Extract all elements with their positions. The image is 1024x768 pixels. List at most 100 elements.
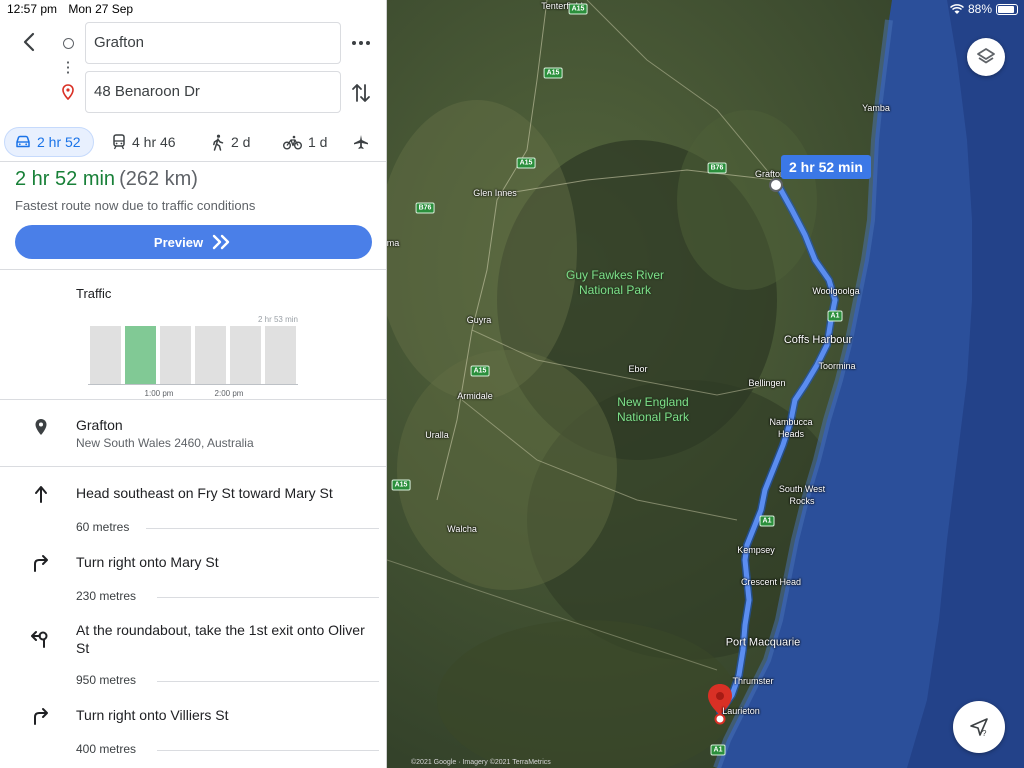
- map-view[interactable]: Tenterfield Yamba Grafton Glen Innes Guy…: [387, 0, 1024, 768]
- map-label-port-macquarie: Port Macquarie: [725, 636, 801, 649]
- destination-pin-icon[interactable]: [707, 683, 733, 725]
- origin-field[interactable]: Grafton: [85, 22, 341, 64]
- destination-field[interactable]: 48 Benaroon Dr: [85, 71, 341, 113]
- preview-button-label: Preview: [153, 234, 204, 250]
- route-note: Fastest route now due to traffic conditi…: [15, 198, 256, 213]
- traffic-bar[interactable]: [265, 326, 296, 384]
- status-date: Mon 27 Sep: [68, 2, 134, 16]
- step-divider: [146, 528, 379, 529]
- layers-button[interactable]: [967, 38, 1005, 76]
- back-arrow-icon[interactable]: [18, 30, 40, 54]
- road-shield-a15: A15: [568, 3, 588, 15]
- road-shield-a1: A1: [710, 744, 726, 756]
- tab-walking[interactable]: 2 d: [201, 127, 260, 157]
- tab-driving[interactable]: 2 hr 52: [4, 127, 94, 157]
- route-summary: 2 hr 52 min (262 km): [15, 168, 198, 191]
- map-label-kempsey: Kempsey: [737, 545, 775, 555]
- route-duration-label[interactable]: 2 hr 52 min: [781, 155, 871, 179]
- route-dots-icon: [67, 60, 69, 76]
- swap-icon[interactable]: [350, 81, 372, 105]
- ask-location-button[interactable]: ?: [953, 701, 1005, 753]
- step-divider: [157, 681, 379, 682]
- traffic-bar[interactable]: [230, 326, 261, 384]
- road-shield-a15: A15: [543, 67, 563, 79]
- traffic-title: Traffic: [76, 286, 112, 301]
- map-label-walcha: Walcha: [447, 524, 477, 534]
- divider: [0, 269, 386, 270]
- traffic-tick: 1:00 pm: [144, 389, 174, 398]
- start-place-subtitle: New South Wales 2460, Australia: [76, 436, 254, 450]
- map-label-crescent-head: Crescent Head: [740, 577, 802, 587]
- map-label-laurieton: Laurieton: [722, 706, 760, 716]
- map-label-coffs-harbour: Coffs Harbour: [783, 334, 853, 346]
- traffic-max-label: 2 hr 53 min: [257, 315, 298, 324]
- step-distance: 230 metres: [76, 589, 137, 603]
- directions-panel: 12:57 pm Mon 27 Sep Grafton 48 Benaroon …: [0, 0, 387, 768]
- status-bar: 12:57 pm Mon 27 Sep: [7, 2, 133, 16]
- traffic-bar[interactable]: [195, 326, 226, 384]
- divider: [0, 399, 386, 400]
- tab-walking-label: 2 d: [231, 134, 251, 150]
- step-instruction[interactable]: Turn right onto Mary St: [76, 553, 376, 571]
- map-copyright: ©2021 Google · Imagery ©2021 TerraMetric…: [411, 759, 551, 766]
- destination-pin-icon: [62, 84, 74, 100]
- car-icon: [16, 135, 30, 148]
- traffic-chart: 2 hr 53 min 1:00 pm 2:00 pm: [85, 315, 300, 401]
- tab-cycling-label: 1 d: [308, 134, 328, 150]
- status-time: 12:57 pm: [7, 2, 58, 16]
- step-instruction[interactable]: At the roundabout, take the 1st exit ont…: [76, 621, 376, 657]
- wifi-icon: [949, 3, 964, 14]
- roundabout-icon: [31, 631, 48, 648]
- more-options-icon[interactable]: [350, 33, 372, 53]
- layers-icon: [977, 48, 995, 64]
- origin-circle-icon: [63, 38, 74, 49]
- map-label-woolgoolga: Woolgoolga: [812, 286, 860, 296]
- road-shield-a15: A15: [391, 479, 411, 491]
- map-label-guy-fawkes: Guy Fawkes River National Park: [565, 268, 665, 297]
- battery-icon: [996, 3, 1018, 15]
- road-shield-b76: B76: [707, 162, 727, 174]
- map-label-toormina: Toormina: [818, 361, 856, 371]
- travel-mode-tabs: 2 hr 52 4 hr 46 2 d 1 d: [0, 124, 386, 162]
- tab-driving-label: 2 hr 52: [37, 134, 81, 150]
- step-instruction[interactable]: Turn right onto Villiers St: [76, 706, 376, 724]
- traffic-axis: [88, 384, 298, 385]
- preview-button[interactable]: Preview: [15, 225, 372, 259]
- battery-percent: 88%: [967, 2, 992, 16]
- route-duration: 2 hr 52 min: [15, 168, 116, 190]
- traffic-bar[interactable]: [90, 326, 121, 384]
- satellite-map: [387, 0, 1024, 768]
- divider: [0, 466, 386, 467]
- step-instruction[interactable]: Head southeast on Fry St toward Mary St: [76, 484, 376, 502]
- flight-icon: [354, 135, 368, 149]
- location-pin-icon: [35, 419, 47, 435]
- map-label-nambucca: Nambucca Heads: [769, 417, 813, 439]
- road-shield-a15: A15: [516, 157, 536, 169]
- turn-right-icon: [34, 708, 48, 725]
- traffic-bar[interactable]: [160, 326, 191, 384]
- road-shield-a15: A15: [470, 365, 490, 377]
- step-distance: 400 metres: [76, 742, 137, 756]
- map-label-uralla: Uralla: [425, 430, 449, 440]
- turn-right-icon: [34, 555, 48, 572]
- map-label-guyra: Guyra: [466, 315, 492, 325]
- traffic-tick: 2:00 pm: [214, 389, 244, 398]
- tab-transit[interactable]: 4 hr 46: [102, 127, 186, 157]
- tab-cycling[interactable]: 1 d: [273, 127, 337, 157]
- map-label-new-england: New England National Park: [616, 395, 690, 424]
- route-distance: (262 km): [119, 168, 198, 190]
- status-indicators: 88%: [949, 2, 1018, 16]
- map-label-ebor: Ebor: [628, 364, 648, 374]
- tab-flight[interactable]: [343, 127, 379, 157]
- straight-arrow-icon: [35, 486, 47, 503]
- road-shield-a1: A1: [827, 310, 843, 322]
- traffic-bar-selected[interactable]: [125, 326, 156, 384]
- start-place-title: Grafton: [76, 417, 123, 433]
- double-chevron-right-icon: [212, 234, 230, 250]
- step-distance: 60 metres: [76, 520, 130, 534]
- navigation-question-icon: ?: [970, 718, 988, 738]
- tab-transit-label: 4 hr 46: [132, 134, 176, 150]
- map-label-yamba: Yamba: [862, 103, 890, 113]
- road-shield-a1: A1: [759, 515, 775, 527]
- walking-icon: [213, 134, 224, 151]
